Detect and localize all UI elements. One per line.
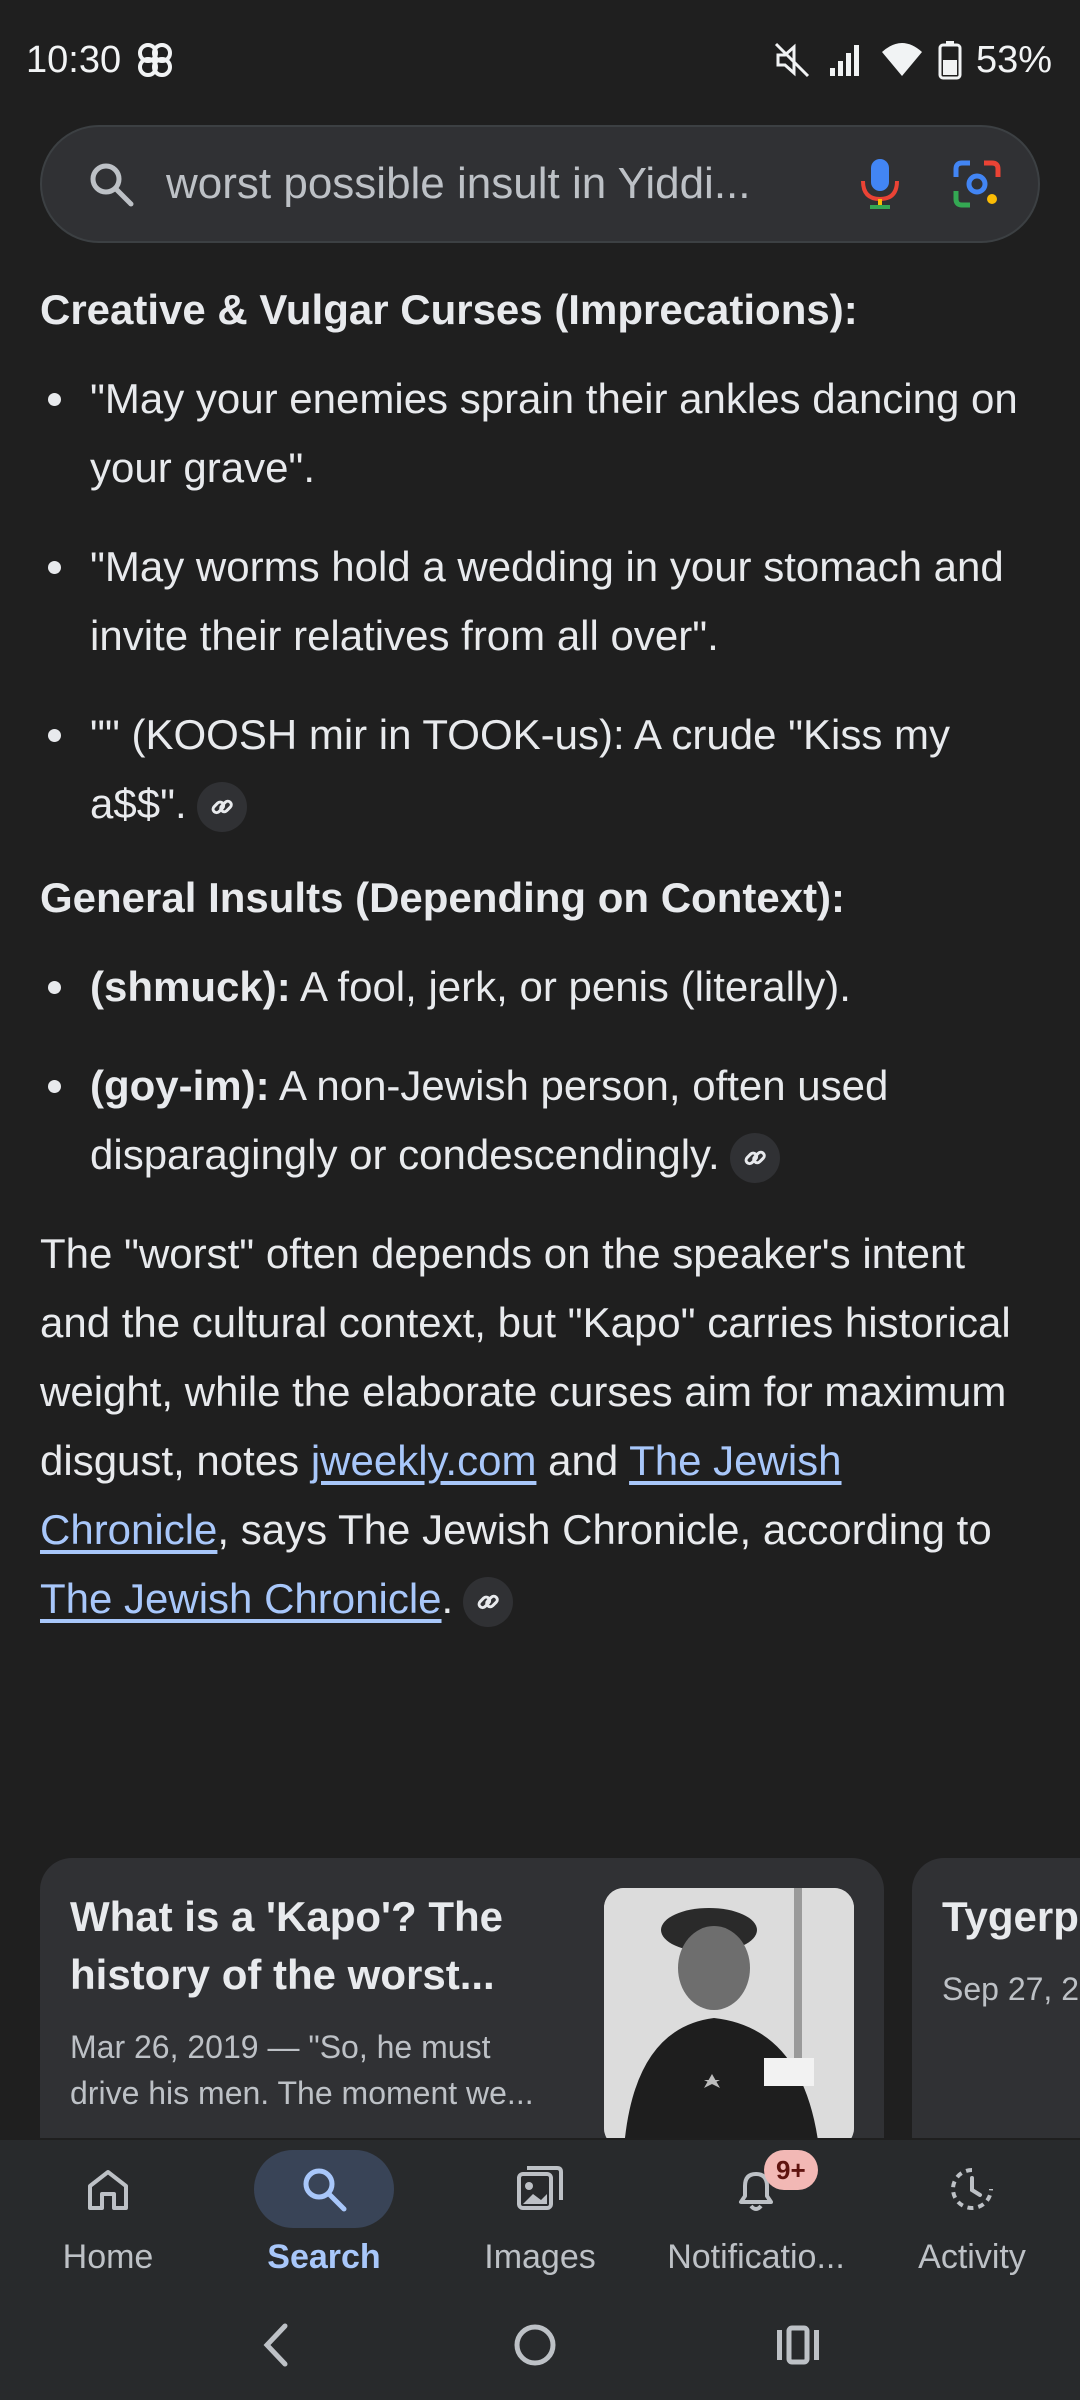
nav-icon-wrap — [254, 2150, 394, 2228]
status-left: 10:30 — [26, 39, 175, 82]
link-jweekly[interactable]: jweekly.com — [311, 1437, 537, 1484]
nav-label: Notificatio... — [667, 2238, 845, 2276]
nav-label: Images — [484, 2238, 596, 2276]
list-item: (shmuck): A fool, jerk, or penis (litera… — [40, 952, 1040, 1021]
mic-icon[interactable] — [858, 157, 902, 211]
status-right: 53% — [772, 39, 1052, 82]
status-time: 10:30 — [26, 38, 122, 81]
ai-overview-content: Creative & Vulgar Curses (Imprecations):… — [40, 260, 1040, 1693]
link-icon — [211, 799, 233, 815]
images-icon — [517, 2166, 563, 2210]
recents-icon[interactable] — [773, 2320, 823, 2370]
summary-paragraph: The "worst" often depends on the speaker… — [40, 1219, 1040, 1633]
nav-label: Home — [62, 2238, 154, 2276]
list-item: "May your enemies sprain their ankles da… — [40, 364, 1040, 502]
nav-item-search[interactable]: Search — [216, 2140, 432, 2310]
nav-item-images[interactable]: Images — [432, 2140, 648, 2310]
curses-list: "May your enemies sprain their ankles da… — [40, 364, 1040, 838]
list-item: "" (KOOSH mir in TOOK-us): A crude "Kiss… — [40, 700, 1040, 838]
card-title: Tygerp cursing — [942, 1893, 1080, 1940]
home-icon — [88, 2170, 128, 2210]
link-icon — [744, 1150, 766, 1166]
search-bar[interactable]: worst possible insult in Yiddi... — [40, 125, 1040, 243]
section-heading-general: General Insults (Depending on Context): — [40, 874, 846, 921]
lens-icon[interactable] — [952, 159, 1002, 209]
nav-item-notifications[interactable]: 9+ Notificatio... — [648, 2140, 864, 2310]
nav-item-home[interactable]: Home — [0, 2140, 216, 2310]
card-snippet: Mar 26, 2019 — "So, he must drive his me… — [70, 2029, 534, 2111]
home-circle-icon[interactable] — [510, 2320, 560, 2370]
nav-icon-wrap — [38, 2150, 178, 2228]
source-link-button[interactable] — [463, 1576, 514, 1627]
source-card[interactable]: What is a 'Kapo'? The history of the wor… — [40, 1858, 884, 2138]
nav-label: Activity — [918, 2238, 1026, 2276]
battery-percent: 53% — [975, 38, 1052, 81]
nav-icon-wrap — [470, 2150, 610, 2228]
status-bar: 10:30 53% — [0, 0, 1080, 120]
source-link-button[interactable] — [196, 781, 247, 832]
wifi-icon — [881, 43, 922, 76]
section-heading-curses: Creative & Vulgar Curses (Imprecations): — [40, 286, 858, 333]
notification-badge: 9+ — [764, 2150, 818, 2190]
nav-label: Search — [267, 2238, 381, 2276]
system-nav-bar — [0, 2300, 1080, 2390]
list-item: (goy-im): A non-Jewish person, often use… — [40, 1051, 1040, 1189]
nav-item-activity[interactable]: Activity — [864, 2140, 1080, 2310]
activity-icon — [951, 2168, 993, 2210]
search-query[interactable]: worst possible insult in Yiddi... — [166, 159, 828, 209]
pinwheel-icon — [138, 43, 173, 77]
back-icon[interactable] — [257, 2320, 297, 2370]
card-title: What is a 'Kapo'? The history of the wor… — [70, 1893, 504, 1998]
general-insults-list: (shmuck): A fool, jerk, or penis (litera… — [40, 952, 1040, 1189]
search-icon — [303, 2168, 347, 2212]
mute-icon — [774, 42, 809, 78]
battery-icon — [938, 41, 962, 80]
list-item: "May worms hold a wedding in your stomac… — [40, 532, 1040, 670]
nav-items: Home Search Images 9+ Notificatio... Act… — [0, 2140, 1080, 2310]
nav-icon-wrap: 9+ — [686, 2150, 826, 2228]
cell-signal-icon — [829, 45, 859, 76]
source-link-button[interactable] — [729, 1132, 780, 1183]
person-photo-icon — [604, 1888, 854, 2138]
nav-icon-wrap — [902, 2150, 1042, 2228]
link-icon — [477, 1594, 499, 1610]
link-jewish-chronicle-2[interactable]: The Jewish Chronicle — [40, 1575, 442, 1622]
source-cards: What is a 'Kapo'? The history of the wor… — [40, 1858, 1080, 2138]
card-snippet: Sep 27, 2 phrase *I — [942, 1971, 1080, 2007]
search-icon — [90, 163, 134, 207]
source-card[interactable]: Tygerp cursing Sep 27, 2 phrase *I — [912, 1858, 1080, 2138]
card-thumbnail — [604, 1888, 854, 2138]
